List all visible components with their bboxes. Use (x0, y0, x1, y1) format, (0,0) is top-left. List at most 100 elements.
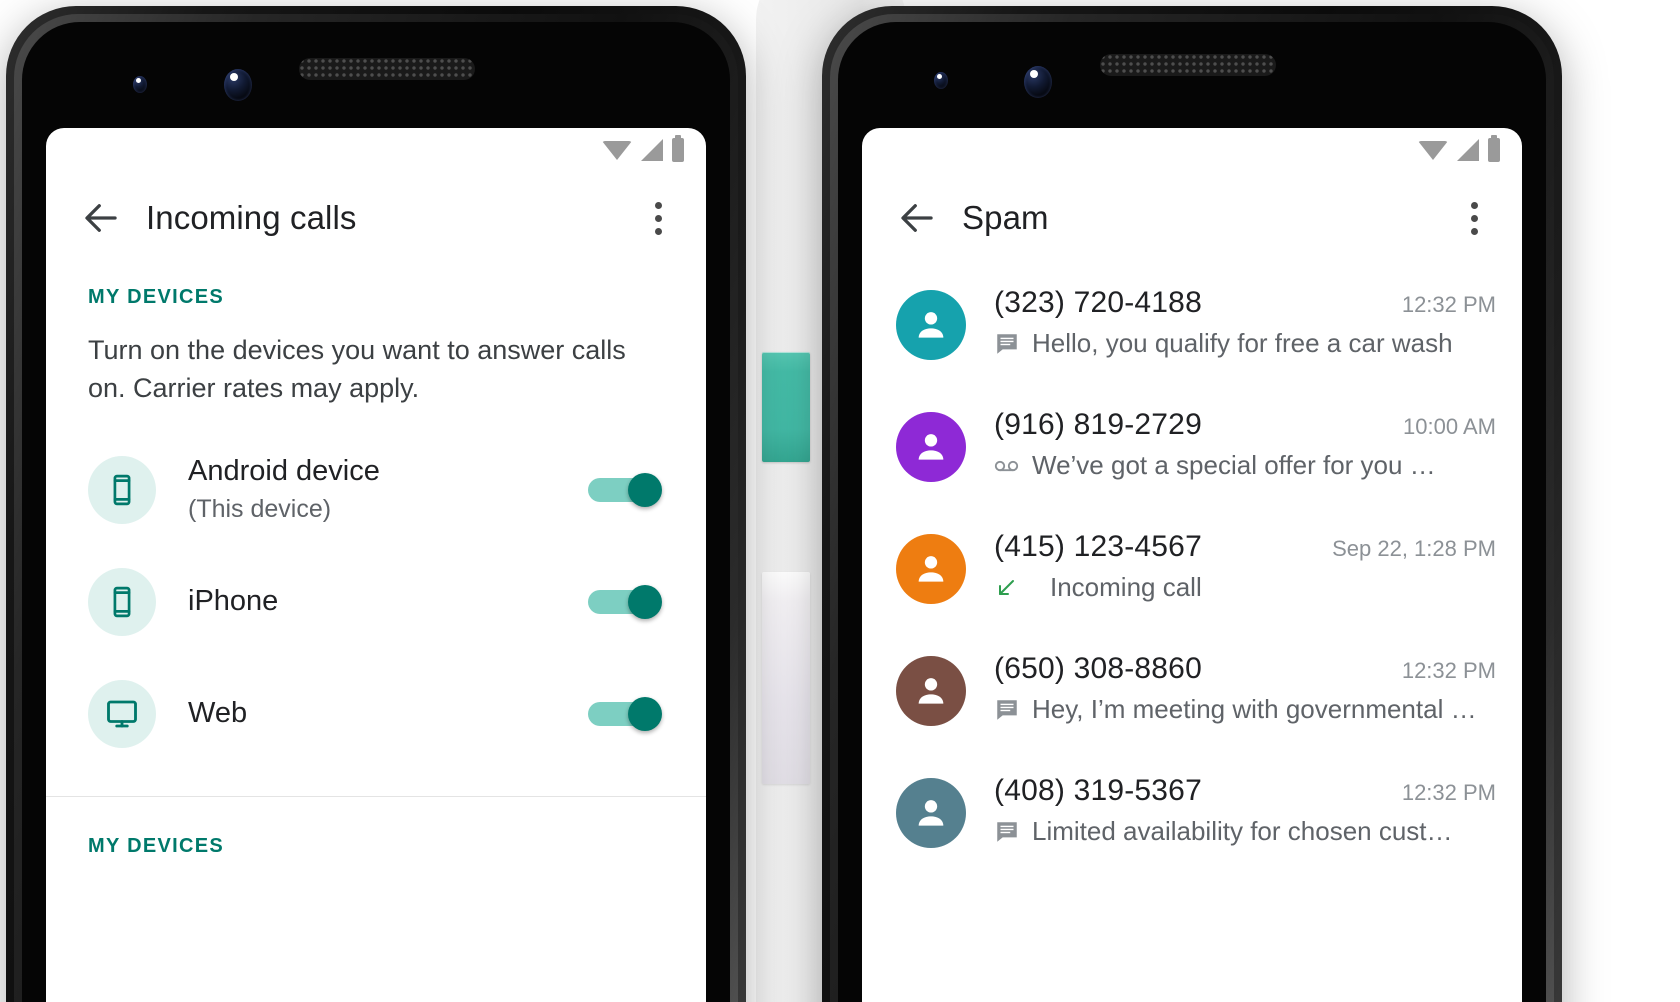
spam-item-subline: Hello, you qualify for free a car wash (994, 328, 1496, 359)
back-arrow-icon (896, 197, 938, 239)
back-arrow-icon (80, 197, 122, 239)
app-bar: Incoming calls (46, 172, 706, 264)
spam-phone-number: (415) 123-4567 (994, 530, 1202, 563)
cellular-signal-icon (1457, 139, 1479, 161)
power-button[interactable] (762, 352, 810, 462)
right-phone-screen: Spam (323) 720-4188 12:32 PM Hello, you … (862, 128, 1522, 1002)
voicemail-icon (994, 457, 1024, 475)
device-list: Android device (This device) iPhone Web (46, 408, 706, 770)
device-row-iphone[interactable]: iPhone (46, 546, 706, 658)
spam-item-subline: Hey, I’m meeting with governmental … (994, 694, 1496, 725)
spam-list-item[interactable]: (323) 720-4188 12:32 PM Hello, you quali… (862, 270, 1522, 392)
device-row-web[interactable]: Web (46, 658, 706, 770)
spam-list-item[interactable]: (415) 123-4567 Sep 22, 1:28 PM Incoming … (862, 514, 1522, 636)
spam-preview-text: We’ve got a special offer for you … (1032, 450, 1436, 480)
section-header-my-devices-2: MY DEVICES (88, 834, 224, 857)
spam-item-topline: (408) 319-5367 12:32 PM (994, 774, 1496, 808)
status-bar (862, 128, 1522, 172)
toggle-knob (628, 696, 662, 731)
spam-phone-number: (650) 308-8860 (994, 652, 1202, 685)
device-row-android[interactable]: Android device (This device) (46, 434, 706, 546)
desktop-monitor-icon (88, 679, 156, 748)
volume-rocker-button[interactable] (762, 572, 810, 784)
more-options-icon (1470, 201, 1478, 209)
spam-timestamp: Sep 22, 1:28 PM (1332, 536, 1496, 561)
device-texts: iPhone (188, 584, 588, 619)
device-title: Android device (188, 455, 380, 488)
avatar (896, 290, 966, 360)
device-title: iPhone (188, 584, 279, 617)
phone-android-icon (88, 455, 156, 524)
app-bar: Spam (862, 172, 1522, 264)
left-phone-screen: Incoming calls MY DEVICES Turn on the de… (46, 128, 706, 1002)
wifi-icon (602, 140, 632, 160)
spam-item-main: (916) 819-2729 10:00 AM We’ve got a spec… (994, 408, 1496, 481)
spam-preview-text: Hello, you qualify for free a car wash (1032, 328, 1453, 358)
spam-item-main: (408) 319-5367 12:32 PM Limited availabi… (994, 774, 1496, 847)
toggle-knob (628, 584, 662, 619)
earpiece-speaker-grille (1100, 54, 1276, 76)
spam-item-main: (323) 720-4188 12:32 PM Hello, you quali… (994, 286, 1496, 359)
left-phone-device: Incoming calls MY DEVICES Turn on the de… (6, 6, 746, 1002)
avatar (896, 778, 966, 848)
screenshot-stage: Incoming calls MY DEVICES Turn on the de… (0, 0, 1680, 1002)
spam-item-topline: (650) 308-8860 12:32 PM (994, 652, 1496, 686)
spam-list-item[interactable]: (408) 319-5367 12:32 PM Limited availabi… (862, 758, 1522, 880)
spam-item-subline: Limited availability for chosen cust… (994, 816, 1496, 847)
page-title: Incoming calls (146, 199, 357, 236)
spam-item-topline: (415) 123-4567 Sep 22, 1:28 PM (994, 530, 1496, 564)
spam-phone-number: (323) 720-4188 (994, 286, 1202, 319)
spam-preview-text: Limited availability for chosen cust… (1032, 816, 1453, 846)
avatar (896, 656, 966, 726)
back-button[interactable] (72, 189, 130, 247)
spam-preview-text: Incoming call (1050, 572, 1202, 602)
spam-item-subline: Incoming call (994, 572, 1496, 603)
spam-item-subline: We’ve got a special offer for you … (994, 450, 1496, 481)
message-icon (994, 331, 1024, 357)
front-camera-secondary-icon (934, 72, 948, 89)
device-texts: Web (188, 696, 588, 731)
device-toggle-web[interactable] (588, 696, 662, 731)
device-subtitle: (This device) (188, 494, 332, 523)
avatar (896, 534, 966, 604)
wifi-icon (1418, 140, 1448, 160)
section-header-my-devices: MY DEVICES (88, 286, 224, 308)
avatar (896, 412, 966, 482)
more-options-icon (654, 201, 662, 209)
spam-preview-text: Hey, I’m meeting with governmental … (1032, 694, 1477, 724)
spam-list-item[interactable]: (916) 819-2729 10:00 AM We’ve got a spec… (862, 392, 1522, 514)
incoming-call-arrow-icon (994, 576, 1024, 600)
message-icon (994, 819, 1024, 845)
device-texts: Android device (This device) (188, 454, 588, 525)
front-camera-secondary-icon (133, 76, 147, 93)
spam-item-main: (415) 123-4567 Sep 22, 1:28 PM Incoming … (994, 530, 1496, 603)
spam-timestamp: 12:32 PM (1401, 292, 1496, 317)
spam-list: (323) 720-4188 12:32 PM Hello, you quali… (862, 264, 1522, 880)
spam-phone-number: (916) 819-2729 (994, 408, 1202, 441)
right-phone-device: Spam (323) 720-4188 12:32 PM Hello, you … (822, 6, 1562, 1002)
device-title: Web (188, 696, 248, 729)
overflow-menu-button[interactable] (1448, 189, 1500, 247)
device-toggle-iphone[interactable] (588, 584, 662, 619)
spam-phone-number: (408) 319-5367 (994, 774, 1202, 807)
battery-icon (1488, 135, 1500, 162)
front-camera-primary-icon (224, 69, 252, 101)
spam-list-item[interactable]: (650) 308-8860 12:32 PM Hey, I’m meeting… (862, 636, 1522, 758)
cellular-signal-icon (641, 139, 663, 161)
spam-item-main: (650) 308-8860 12:32 PM Hey, I’m meeting… (994, 652, 1496, 725)
section-description: Turn on the devices you want to answer c… (88, 335, 626, 404)
spam-item-topline: (323) 720-4188 12:32 PM (994, 286, 1496, 320)
page-title: Spam (962, 199, 1049, 236)
spam-timestamp: 10:00 AM (1403, 414, 1496, 439)
back-button[interactable] (888, 189, 946, 247)
overflow-menu-button[interactable] (632, 189, 684, 247)
battery-icon (672, 135, 684, 162)
toggle-knob (628, 472, 662, 507)
spam-timestamp: 12:32 PM (1401, 658, 1496, 683)
message-icon (994, 697, 1024, 723)
spam-timestamp: 12:32 PM (1401, 780, 1496, 805)
device-toggle-android[interactable] (588, 472, 662, 507)
earpiece-speaker-grille (299, 58, 475, 80)
status-bar (46, 128, 706, 172)
front-camera-primary-icon (1024, 66, 1052, 98)
